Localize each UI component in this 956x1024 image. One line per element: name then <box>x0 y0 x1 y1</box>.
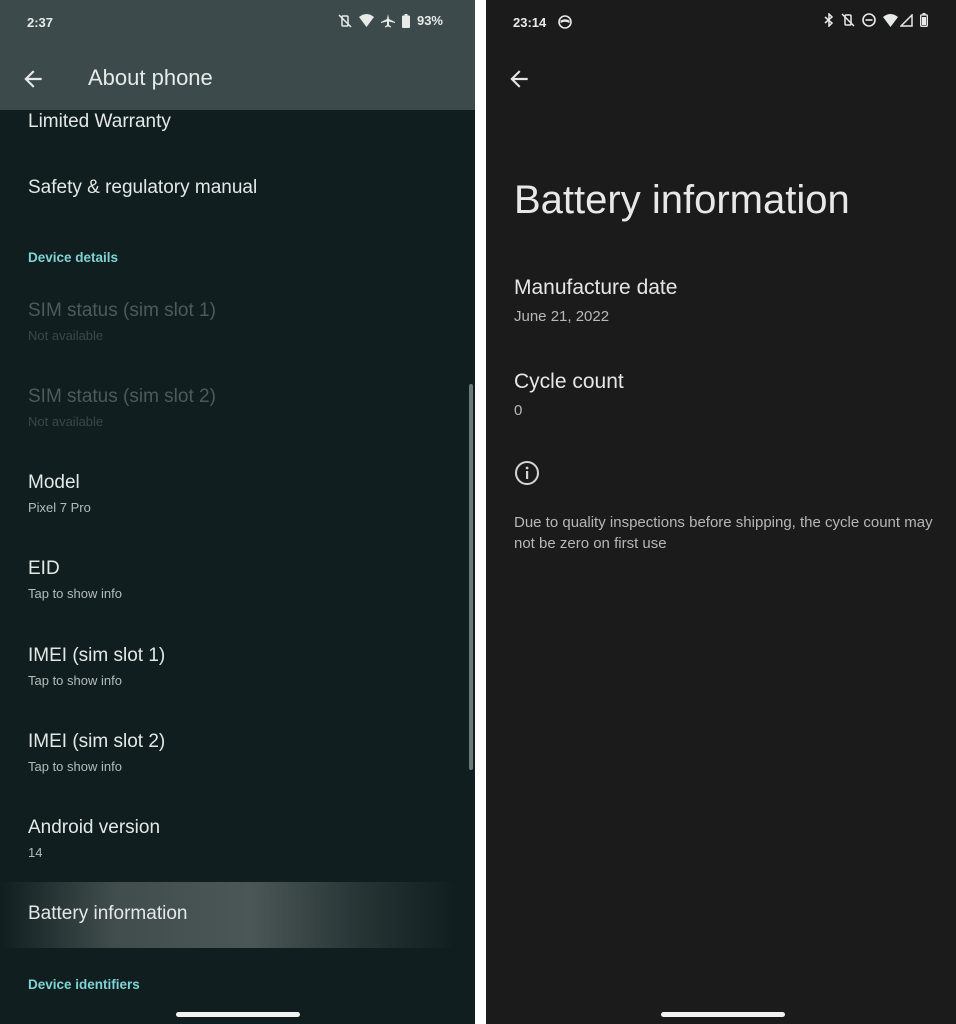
section-header-device-details: Device details <box>28 250 119 265</box>
battery-information-screen: 23:14 Battery information Manufacture da… <box>486 0 956 1024</box>
status-bar: 2:37 93% <box>0 0 475 44</box>
cycle-count-note: Due to quality inspections before shippi… <box>514 514 933 552</box>
info-icon <box>514 460 540 486</box>
status-time: 2:37 <box>27 15 54 30</box>
item-subtitle: Pixel 7 Pro <box>28 500 91 515</box>
vibrate-off-icon <box>841 13 855 27</box>
about-phone-screen: 2:37 93% About phone Limited Warranty Sa… <box>0 0 475 1024</box>
item-title: Model <box>28 472 80 493</box>
scrollbar[interactable] <box>469 384 473 770</box>
item-title: Manufacture date <box>514 276 678 299</box>
arrow-back-icon <box>24 70 42 88</box>
bluetooth-icon <box>824 13 834 27</box>
item-value: June 21, 2022 <box>514 308 610 325</box>
item-title: Battery information <box>28 903 188 924</box>
list-item-limited-warranty[interactable]: Limited Warranty <box>28 111 455 133</box>
vibrate-off-icon <box>338 13 352 28</box>
item-subtitle: Not available <box>28 328 104 343</box>
home-indicator[interactable] <box>176 1012 300 1017</box>
wifi-icon <box>883 13 898 27</box>
list-item-imei-2[interactable]: IMEI (sim slot 2) Tap to show info <box>28 731 455 774</box>
item-title: SIM status (sim slot 2) <box>28 386 216 407</box>
battery-icon <box>401 13 410 28</box>
item-title: IMEI (sim slot 2) <box>28 731 166 752</box>
item-subtitle: Not available <box>28 414 104 429</box>
item-title: Cycle count <box>514 370 624 393</box>
notification-face-icon <box>558 15 572 32</box>
home-indicator[interactable] <box>661 1012 785 1017</box>
item-value: 0 <box>514 402 523 419</box>
status-bar: 23:14 <box>486 0 956 44</box>
list-item-sim-status-1: SIM status (sim slot 1) Not available <box>28 300 455 343</box>
list-item-battery-information[interactable]: Battery information <box>28 903 455 925</box>
list-item-safety-manual[interactable]: Safety & regulatory manual <box>28 177 455 199</box>
item-subtitle: Tap to show info <box>28 586 122 601</box>
list-item-eid[interactable]: EID Tap to show info <box>28 558 455 601</box>
list-item-android-version[interactable]: Android version 14 <box>28 817 455 860</box>
list-item-model[interactable]: Model Pixel 7 Pro <box>28 472 455 515</box>
list-item-imei-1[interactable]: IMEI (sim slot 1) Tap to show info <box>28 645 455 688</box>
item-subtitle: Tap to show info <box>28 673 122 688</box>
item-title: IMEI (sim slot 1) <box>28 645 166 666</box>
arrow-back-icon <box>510 70 528 88</box>
battery-icon <box>920 13 928 27</box>
item-title: Safety & regulatory manual <box>28 177 258 198</box>
item-title: Android version <box>28 817 161 838</box>
item-subtitle: 14 <box>28 845 43 860</box>
manufacture-date-item: Manufacture date June 21, 2022 <box>514 276 677 325</box>
item-title: SIM status (sim slot 1) <box>28 300 216 321</box>
status-time: 23:14 <box>513 15 547 30</box>
page-title: About phone <box>88 65 213 90</box>
do-not-disturb-icon <box>862 13 876 27</box>
back-button[interactable] <box>506 66 532 92</box>
airplane-icon <box>380 13 395 28</box>
section-header-device-identifiers: Device identifiers <box>28 977 140 992</box>
cycle-count-item: Cycle count 0 <box>514 370 624 419</box>
back-button[interactable] <box>20 66 46 92</box>
item-title: EID <box>28 558 60 579</box>
list-item-sim-status-2: SIM status (sim slot 2) Not available <box>28 386 455 429</box>
item-title: Limited Warranty <box>28 111 171 132</box>
page-title: Battery information <box>514 178 850 222</box>
signal-icon <box>900 13 913 27</box>
wifi-icon <box>358 14 374 27</box>
battery-percent: 93% <box>416 13 443 28</box>
item-subtitle: Tap to show info <box>28 759 122 774</box>
